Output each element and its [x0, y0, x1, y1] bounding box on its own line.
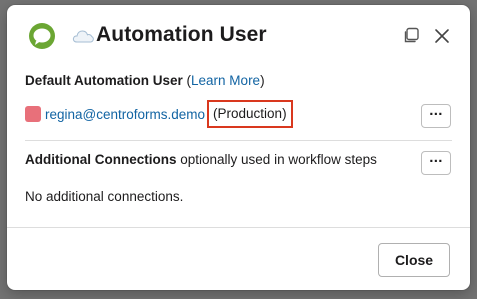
more-dots-icon: ···: [429, 153, 443, 170]
popout-window-icon[interactable]: [402, 27, 420, 45]
close-button[interactable]: Close: [378, 243, 450, 277]
automation-user-dialog: Automation User Default Automation User …: [7, 5, 470, 290]
default-user-heading-label: Default Automation User: [25, 73, 183, 88]
speech-bubble-logo-icon: [29, 23, 55, 49]
additional-connections-description: optionally used in workflow steps: [176, 152, 377, 167]
additional-connections-heading: Additional Connections optionally used i…: [25, 152, 377, 167]
close-icon[interactable]: [432, 26, 452, 46]
no-connections-text: No additional connections.: [25, 189, 184, 204]
dialog-title: Automation User: [96, 23, 267, 46]
section-divider: [25, 140, 452, 141]
default-user-heading: Default Automation User (Learn More): [25, 73, 265, 88]
learn-more-close-paren: ): [260, 73, 265, 88]
additional-connections-more-button[interactable]: ···: [421, 151, 451, 175]
user-email-link[interactable]: regina@centroforms.demo: [45, 107, 205, 122]
dialog-header: Automation User: [7, 5, 470, 65]
user-avatar-icon: [25, 106, 41, 122]
default-user-more-button[interactable]: ···: [421, 104, 451, 128]
default-user-row: regina@centroforms.demo (Production): [25, 100, 293, 128]
additional-connections-heading-label: Additional Connections: [25, 152, 177, 167]
environment-label: (Production): [207, 100, 293, 128]
more-dots-icon: ···: [429, 106, 443, 123]
learn-more-link[interactable]: Learn More: [191, 73, 260, 88]
dialog-footer: Close: [7, 227, 470, 290]
cloud-icon: [72, 30, 94, 43]
